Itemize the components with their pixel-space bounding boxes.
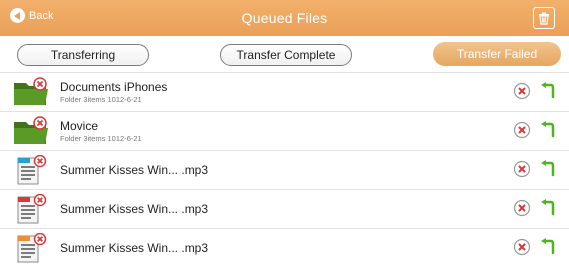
cancel-icon[interactable]: [513, 238, 531, 256]
file-name: Summer Kisses Win... .mp3: [60, 202, 209, 216]
retry-icon[interactable]: [540, 160, 556, 178]
folder-icon: [14, 77, 48, 105]
file-list: Documents iPhones Folder 3items 1012-6-2…: [0, 72, 569, 265]
retry-icon[interactable]: [540, 121, 556, 139]
page-title: Queued Files: [241, 10, 328, 26]
back-arrow-icon: [10, 8, 25, 23]
list-item[interactable]: Summer Kisses Win... .mp3: [0, 189, 569, 228]
document-blue-icon: [17, 155, 47, 185]
list-item[interactable]: Documents iPhones Folder 3items 1012-6-2…: [0, 72, 569, 111]
file-meta: Folder 3items 1012-6-21: [60, 134, 142, 143]
header-bar: Back Queued Files: [0, 0, 569, 36]
back-button[interactable]: Back: [10, 8, 53, 23]
document-red-icon: [17, 194, 47, 224]
cancel-icon[interactable]: [513, 121, 531, 139]
file-name: Summer Kisses Win... .mp3: [60, 241, 209, 255]
queued-files-screen: Back Queued Files Transferring Transfer …: [0, 0, 569, 265]
document-orange-icon: [17, 233, 47, 263]
cancel-icon[interactable]: [513, 82, 531, 100]
tab-transfer-failed[interactable]: Transfer Failed: [433, 42, 561, 66]
file-meta: Folder 3items 1012-6-21: [60, 95, 142, 104]
transfer-tabs: Transferring Transfer Complete Transfer …: [0, 36, 569, 72]
back-label: Back: [29, 9, 54, 22]
list-item[interactable]: Movice Folder 3items 1012-6-21: [0, 111, 569, 150]
file-name: Movice: [60, 119, 99, 133]
retry-icon[interactable]: [540, 238, 556, 256]
retry-icon[interactable]: [540, 82, 556, 100]
folder-icon: [14, 116, 48, 144]
tab-transferring[interactable]: Transferring: [17, 44, 149, 66]
list-item[interactable]: Summer Kisses Win... .mp3: [0, 150, 569, 189]
tab-transfer-complete[interactable]: Transfer Complete: [220, 44, 352, 66]
list-item[interactable]: Summer Kisses Win... .mp3: [0, 228, 569, 265]
trash-button[interactable]: [533, 7, 555, 29]
file-name: Documents iPhones: [60, 80, 168, 94]
cancel-icon[interactable]: [513, 199, 531, 217]
file-name: Summer Kisses Win... .mp3: [60, 163, 209, 177]
retry-icon[interactable]: [540, 199, 556, 217]
cancel-icon[interactable]: [513, 160, 531, 178]
trash-icon: [539, 12, 549, 25]
